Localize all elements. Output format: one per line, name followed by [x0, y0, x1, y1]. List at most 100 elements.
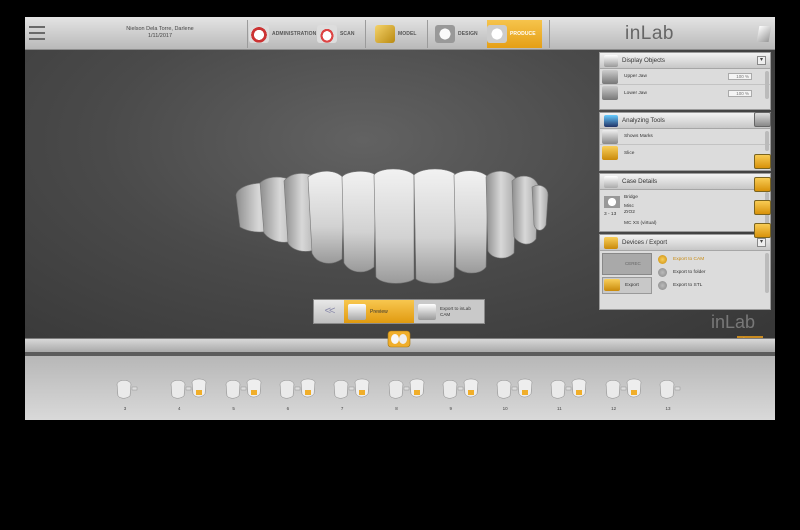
lower-jaw-transparency-slider[interactable]: 100 %	[728, 89, 752, 97]
tooth-position-5[interactable]: 5	[224, 378, 268, 414]
item-label: Shows Marks	[624, 134, 653, 139]
step-design[interactable]: DESIGN	[435, 20, 478, 48]
export-cam-icon	[418, 303, 436, 320]
block-size: MC XS (virtual)	[624, 221, 657, 226]
step-separator	[365, 20, 366, 48]
produce-icon	[487, 25, 507, 43]
tooth-position-3[interactable]: 3	[115, 378, 159, 414]
panel-title: Analyzing Tools	[622, 117, 665, 124]
export-icon	[604, 279, 620, 291]
administration-icon	[249, 25, 269, 43]
analyzing-tools-panel: Analyzing Tools ▾ Shows Marks Slice	[599, 112, 771, 171]
preview-button[interactable]: Preview	[344, 300, 414, 323]
tooth-icon	[442, 378, 479, 399]
radio-selected-icon[interactable]	[658, 255, 667, 264]
bridge-badge-icon[interactable]	[387, 329, 411, 351]
upper-jaw-row[interactable]: Upper Jaw 100 %	[600, 69, 770, 85]
tooth-number: 5	[232, 406, 235, 411]
scrollbar[interactable]	[765, 131, 769, 151]
back-button[interactable]: <<	[314, 300, 344, 323]
case-details-panel: Case Details ▾ 3 - 13 Bridge Misc ZrO2 M…	[599, 173, 771, 232]
bridge-icon	[604, 196, 620, 208]
tooth-number: 6	[286, 406, 290, 411]
tooth-icon	[659, 380, 681, 399]
view-cube-icon[interactable]	[754, 112, 771, 127]
teeth-range: 3 - 13	[604, 212, 617, 217]
bridge-3d-model[interactable]	[230, 155, 550, 285]
tooth-number: 7	[340, 406, 344, 411]
tooth-icon	[279, 378, 316, 399]
material-type: Misc	[624, 204, 634, 209]
export-label-line2: CAM	[440, 311, 451, 317]
window-option-icon[interactable]	[756, 26, 772, 42]
tooth-position-13[interactable]: 13	[658, 378, 702, 414]
scrollbar[interactable]	[765, 253, 769, 293]
tool-edit-icon[interactable]	[754, 154, 771, 169]
tooth-position-10[interactable]: 10	[495, 378, 539, 414]
tooth-number: 12	[611, 406, 617, 411]
step-model[interactable]: MODEL	[375, 20, 417, 48]
tooth-selection-strip: 3 4 5 6 7 8 9 10 11 12 13	[25, 356, 775, 420]
device-cerec[interactable]: CEREC	[602, 253, 652, 275]
analyzing-tools-icon	[604, 114, 618, 127]
export-cam-option[interactable]: Export to CAM	[658, 255, 704, 264]
top-bar: Nielson Dela Torre, Darlene 1/11/2017 AD…	[25, 17, 775, 50]
tool-export-icon[interactable]	[754, 223, 771, 238]
panel-header[interactable]: Display Objects ▾	[600, 53, 770, 69]
tooth-position-7[interactable]: 7	[332, 378, 376, 414]
scan-icon	[317, 25, 337, 43]
panel-header[interactable]: Devices / Export ▾	[600, 235, 770, 251]
tool-analyze-icon[interactable]	[754, 177, 771, 192]
step-label: SCAN	[340, 31, 355, 37]
tool-layers-icon[interactable]	[754, 200, 771, 215]
slice-row[interactable]: Slice	[600, 145, 770, 161]
tooth-icon	[388, 378, 424, 399]
panel-title: Case Details	[622, 178, 658, 185]
display-objects-panel: Display Objects ▾ Upper Jaw 100 % Lower …	[599, 52, 771, 110]
tooth-position-9[interactable]: 9	[441, 378, 485, 414]
devices-export-panel: Devices / Export ▾ CEREC Export Export t…	[599, 234, 771, 310]
slice-icon	[602, 146, 618, 160]
scrollbar[interactable]	[765, 71, 769, 99]
panel-header[interactable]: Analyzing Tools ▾	[600, 113, 770, 129]
step-separator	[247, 20, 248, 48]
tooth-position-12[interactable]: 12	[604, 378, 648, 414]
tooth-position-8[interactable]: 8	[387, 378, 431, 414]
step-label: DESIGN	[458, 31, 478, 37]
hamburger-menu-icon[interactable]	[29, 26, 45, 40]
export-to-inlab-cam-button[interactable]: Export to inLab CAM	[414, 300, 484, 323]
tooth-number: 10	[502, 406, 508, 411]
material: ZrO2	[624, 210, 635, 215]
step-produce[interactable]: PRODUCE	[487, 20, 542, 48]
item-label: Lower Jaw	[624, 90, 647, 96]
tooth-number: 11	[557, 406, 562, 411]
radio-icon[interactable]	[658, 281, 667, 290]
upper-jaw-transparency-slider[interactable]: 100 %	[728, 73, 752, 80]
collapse-icon[interactable]: ▾	[757, 56, 766, 65]
tooth-position-4[interactable]: 4	[169, 378, 213, 414]
panel-title: Devices / Export	[622, 239, 668, 246]
step-administration[interactable]: ADMINISTRATION	[249, 20, 316, 48]
patient-name: Nielson Dela Torre, Darlene	[126, 26, 194, 32]
inlab-logo: inLab	[625, 23, 674, 44]
tooth-icon	[605, 378, 641, 399]
preview-icon	[348, 303, 366, 320]
lower-jaw-row[interactable]: Lower Jaw 100 %	[600, 85, 770, 101]
step-scan[interactable]: SCAN	[317, 20, 355, 48]
3d-viewport[interactable]: Display Objects ▾ Upper Jaw 100 % Lower …	[25, 50, 775, 350]
produce-controls: << Preview Export to inLab CAM	[313, 299, 485, 324]
upper-jaw-icon	[602, 69, 618, 84]
export-stl-option[interactable]: Export to STL	[658, 281, 702, 290]
export-label-line1: Export to inLab	[440, 306, 471, 311]
tooth-position-11[interactable]: 11	[549, 378, 593, 414]
shows-marks-row[interactable]: Shows Marks	[600, 129, 770, 145]
step-separator	[427, 20, 428, 48]
collapse-icon[interactable]: ▾	[757, 238, 766, 247]
step-label: PRODUCE	[510, 31, 536, 37]
panel-header[interactable]: Case Details ▾	[600, 174, 770, 190]
tooth-position-6[interactable]: 6	[278, 378, 322, 414]
design-icon	[435, 25, 455, 43]
radio-icon[interactable]	[658, 268, 667, 277]
export-folder-option[interactable]: Export to folder	[658, 268, 706, 277]
step-label: ADMINISTRATION	[272, 31, 317, 37]
